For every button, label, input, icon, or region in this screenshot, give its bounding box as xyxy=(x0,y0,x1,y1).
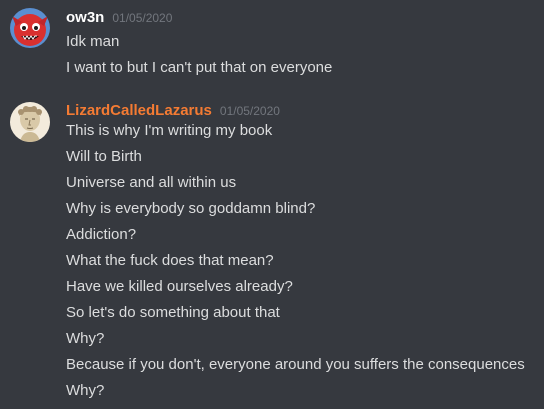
message-text: Have we killed ourselves already? xyxy=(66,278,293,295)
statue-bust-avatar-icon[interactable] xyxy=(10,102,50,142)
message-text: Addiction? xyxy=(66,226,137,243)
message-text: Idk man xyxy=(66,33,120,50)
red-creature-avatar-icon[interactable] xyxy=(10,8,50,48)
timestamp: 01/05/2020 xyxy=(112,11,173,25)
message-text: Why? xyxy=(66,382,105,399)
username[interactable]: LizardCalledLazarus xyxy=(66,101,212,121)
message-text: Why is everybody so goddamn blind? xyxy=(66,200,316,217)
message-text: Why? xyxy=(66,330,105,347)
message-text: Will to Birth xyxy=(66,148,142,165)
username[interactable]: ow3n xyxy=(66,8,104,28)
message-header: LizardCalledLazarus 01/05/2020 xyxy=(66,101,280,121)
message-text: Because if you don't, everyone around yo… xyxy=(66,356,525,373)
timestamp: 01/05/2020 xyxy=(219,104,280,118)
message-text: I want to but I can't put that on everyo… xyxy=(66,59,333,76)
message-text: What the fuck does that mean? xyxy=(66,252,274,269)
message-text: This is why I'm writing my book xyxy=(66,122,273,139)
message-text: Universe and all within us xyxy=(66,174,237,191)
message-header: ow3n 01/05/2020 xyxy=(66,8,172,28)
message-text: So let's do something about that xyxy=(66,304,280,321)
